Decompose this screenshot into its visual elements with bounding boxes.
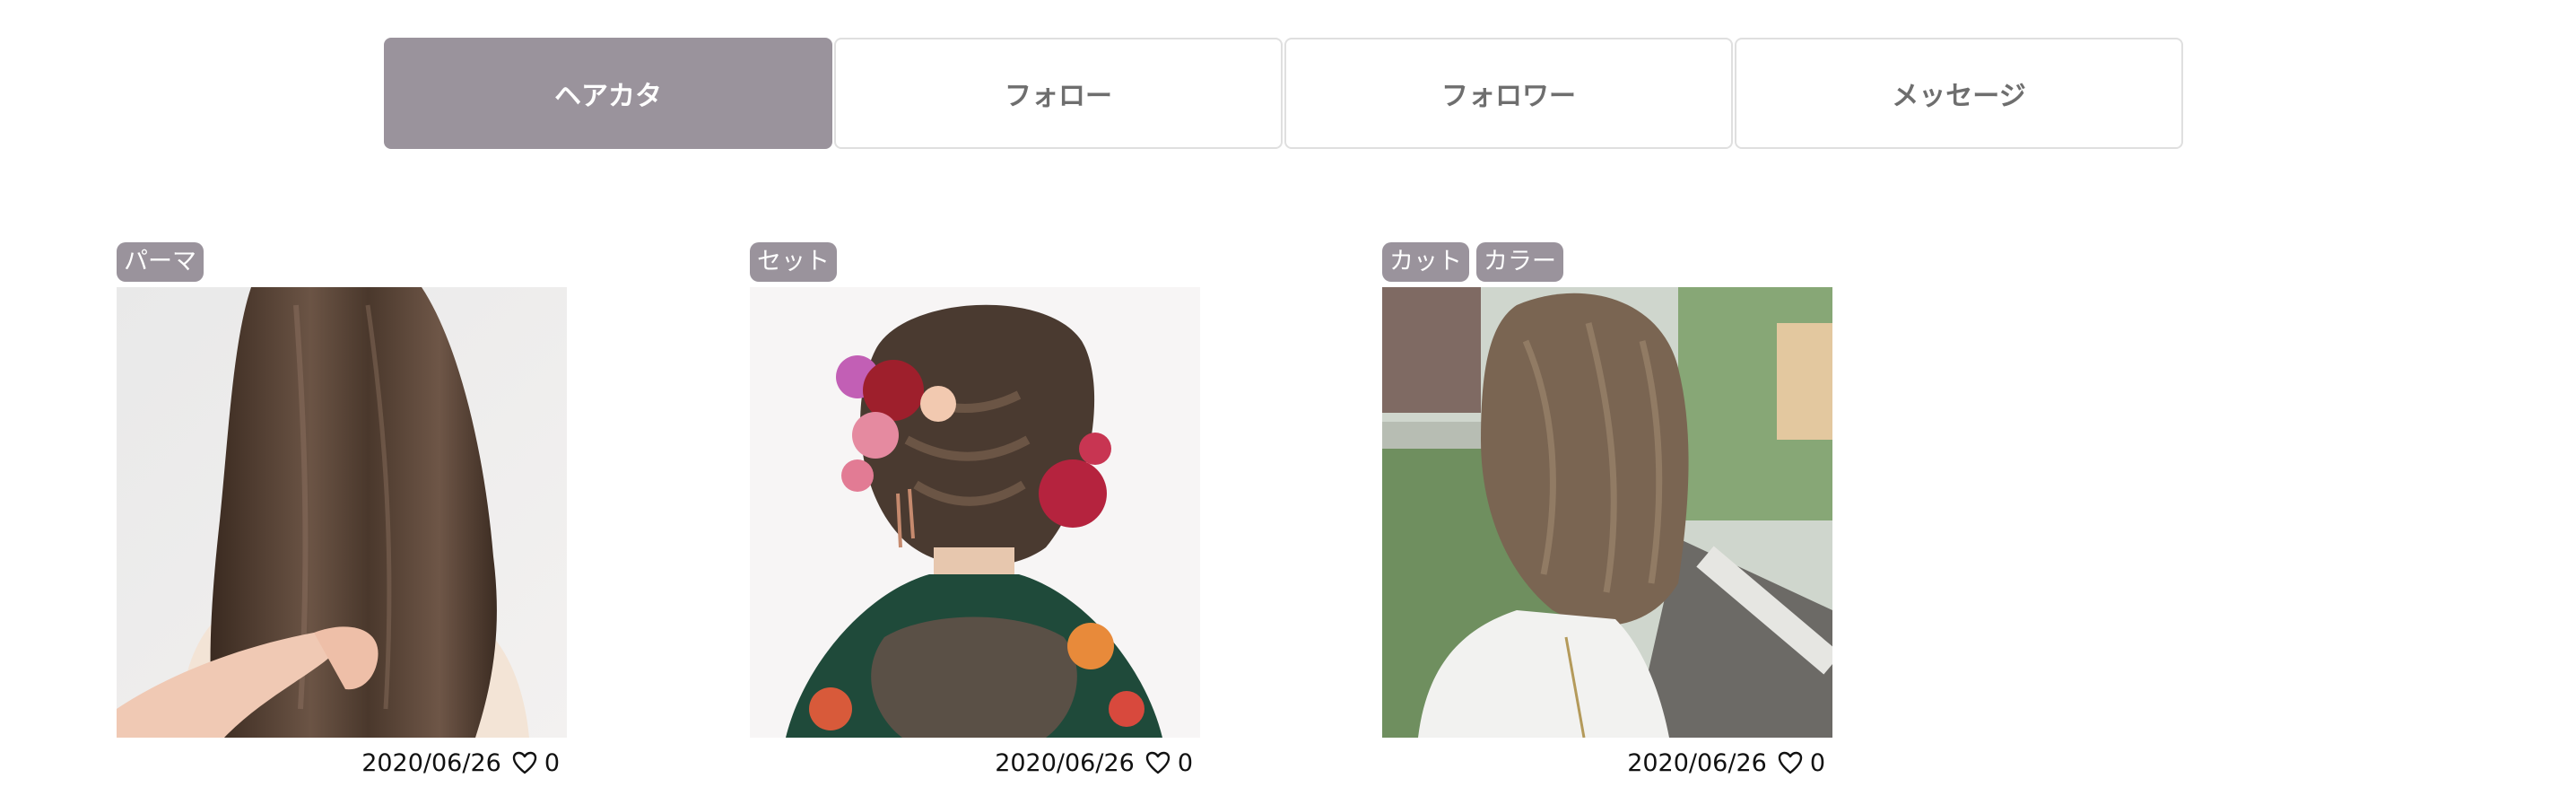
tag-perm[interactable]: パーマ [117,242,204,282]
hairstyle-photo-updo[interactable] [750,287,1200,738]
like-count: 0 [544,748,560,777]
hairstyle-card: カット カラー 2020/06/26 0 [1382,242,1832,781]
like-button[interactable]: 0 [1145,749,1193,777]
card-meta: 2020/06/26 0 [1382,745,1832,781]
post-date: 2020/06/26 [1627,748,1767,777]
profile-tabs: ヘアカタ フォロー フォロワー メッセージ [384,38,2183,149]
like-button[interactable]: 0 [512,749,560,777]
tag-set[interactable]: セット [750,242,837,282]
like-count: 0 [1809,748,1825,777]
tag-cut[interactable]: カット [1382,242,1469,282]
card-meta: 2020/06/26 0 [117,745,567,781]
tag-list: セット [750,242,1200,282]
hairstyle-card: セット 2020/06/26 0 [750,242,1200,781]
hairstyle-photo-long-straight[interactable] [117,287,567,738]
heart-outline-icon [1145,751,1171,774]
post-date: 2020/06/26 [995,748,1135,777]
card-meta: 2020/06/26 0 [750,745,1200,781]
tab-followers[interactable]: フォロワー [1284,38,1733,149]
tab-hair-catalog[interactable]: ヘアカタ [384,38,832,149]
like-button[interactable]: 0 [1778,749,1825,777]
tab-follow[interactable]: フォロー [834,38,1283,149]
tag-list: カット カラー [1382,242,1832,282]
tag-list: パーマ [117,242,567,282]
tag-color[interactable]: カラー [1476,242,1563,282]
heart-outline-icon [512,751,537,774]
heart-outline-icon [1778,751,1803,774]
like-count: 0 [1177,748,1193,777]
hairstyle-card: パーマ 2020/06/26 0 [117,242,567,781]
tab-message[interactable]: メッセージ [1735,38,2183,149]
hairstyle-photo-medium-wavy[interactable] [1382,287,1832,738]
page: ヘアカタ フォロー フォロワー メッセージ パーマ 2020/06/26 0 セ… [0,0,2576,787]
post-date: 2020/06/26 [361,748,501,777]
